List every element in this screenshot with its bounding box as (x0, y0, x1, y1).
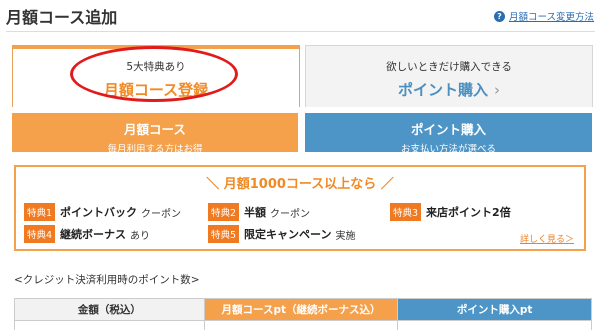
table-cell (14, 320, 205, 330)
tab-monthly-sub: 5大特典あり (126, 61, 186, 73)
benefits-heading: ＼ 月額1000コース以上なら ／ (206, 177, 394, 192)
table-header-row: 金額（税込） 月額コースpt（継続ボーナス込） ポイント購入pt (14, 298, 592, 321)
points-panel-sub: お支払い方法が選べる (400, 144, 496, 155)
benefit-badge: 特典3 (390, 203, 422, 221)
benefit-note: あり (130, 230, 151, 242)
benefit-name: 継続ボーナス (60, 228, 127, 241)
table-cell (203, 320, 399, 330)
points-table: 金額（税込） 月額コースpt（継続ボーナス込） ポイント購入pt (14, 298, 592, 330)
tab-points-main: ポイント購入 (397, 81, 488, 99)
monthly-panel-sub: 毎月利用する方はお得 (107, 144, 203, 155)
benefit-note: クーポン (270, 208, 311, 220)
benefit-name: 限定キャンペーン (244, 228, 332, 241)
benefit-badge: 特典2 (208, 203, 240, 221)
chevron-right-icon: › (494, 81, 500, 99)
benefit-name: 半額 (244, 206, 267, 219)
benefit-item: 特典5 限定キャンペーン 実施 (208, 225, 356, 243)
tab-monthly-main: 月額コース登録 (103, 81, 209, 99)
benefits-box: ＼ 月額1000コース以上なら ／ 特典1 ポイントバック クーポン 特典2 半… (14, 165, 586, 251)
benefit-name: 来店ポイント2倍 (426, 206, 511, 219)
header-divider (6, 31, 595, 32)
table-row (14, 320, 592, 330)
page-title: 月額コース追加 (6, 8, 118, 27)
column-header-monthly-pt: 月額コースpt（継続ボーナス込） (203, 298, 399, 321)
page-header: 月額コース追加 ? 月額コース変更方法 (0, 0, 600, 30)
column-header-purchase-pt: ポイント購入pt (397, 298, 592, 321)
monthly-panel-title: 月額コース (124, 122, 186, 137)
table-cell (397, 320, 592, 330)
benefit-name: ポイントバック (60, 206, 138, 219)
benefit-badge: 特典4 (24, 225, 56, 243)
benefit-item: 特典4 継続ボーナス あり (24, 225, 150, 243)
benefit-item: 特典1 ポイントバック クーポン (24, 203, 181, 221)
benefit-badge: 特典1 (24, 203, 56, 221)
credit-note: <クレジット決済利用時のポイント数> (14, 274, 200, 286)
benefit-item: 特典3 来店ポイント2倍 (390, 203, 511, 221)
details-link[interactable]: 詳しく見る＞ (520, 232, 574, 245)
benefit-item: 特典2 半額 クーポン (208, 203, 310, 221)
question-icon: ? (493, 10, 505, 22)
points-panel-title: ポイント購入 (410, 122, 486, 137)
benefit-note: 実施 (335, 230, 356, 242)
help-link-label: 月額コース変更方法 (508, 12, 594, 23)
benefit-note: クーポン (141, 208, 182, 220)
benefit-badge: 特典5 (208, 225, 240, 243)
column-header-amount: 金額（税込） (14, 298, 205, 321)
tab-points-sub: 欲しいときだけ購入できる (386, 61, 512, 73)
point-purchase-panel: ポイント購入 お支払い方法が選べる (305, 113, 592, 155)
monthly-course-panel: 月額コース 毎月利用する方はお得 (12, 113, 298, 155)
tab-monthly-course[interactable]: 5大特典あり 月額コース登録 (12, 45, 300, 107)
help-link[interactable]: ? 月額コース変更方法 (493, 9, 594, 23)
tab-point-purchase[interactable]: 欲しいときだけ購入できる ポイント購入 › (305, 45, 593, 107)
